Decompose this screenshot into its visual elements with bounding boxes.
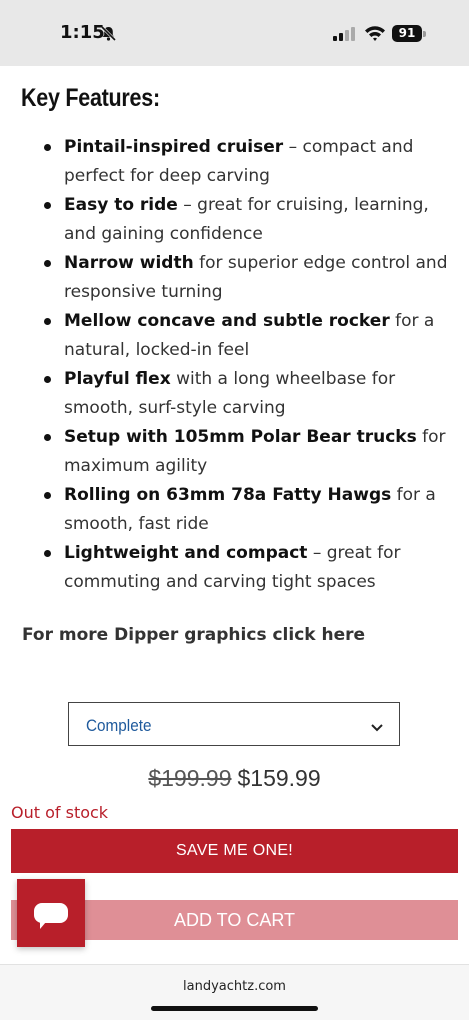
list-item: Narrow width for superior edge control a… xyxy=(40,249,450,307)
list-item: Easy to ride – great for cruising, learn… xyxy=(40,191,450,249)
feature-highlight: Lightweight and compact xyxy=(64,543,308,563)
list-item: Setup with 105mm Polar Bear trucks for m… xyxy=(40,423,450,481)
feature-highlight: Pintail-inspired cruiser xyxy=(64,137,284,157)
status-bar: 1:15 91 xyxy=(0,0,469,66)
feature-highlight: Narrow width xyxy=(64,253,194,273)
chat-button[interactable] xyxy=(17,879,85,947)
bell-slash-icon xyxy=(100,25,117,47)
list-item: Mellow concave and subtle rocker for a n… xyxy=(40,307,450,365)
feature-highlight: Easy to ride xyxy=(64,195,178,215)
feature-highlight: Mellow concave and subtle rocker xyxy=(64,311,390,331)
feature-highlight: Rolling on 63mm 78a Fatty Hawgs xyxy=(64,485,392,505)
save-me-one-button[interactable]: SAVE ME ONE! xyxy=(11,829,458,873)
key-features-heading: Key Features: xyxy=(21,84,160,112)
status-time: 1:15 xyxy=(60,22,105,43)
stock-status: Out of stock xyxy=(11,803,109,822)
list-item: Playful flex with a long wheelbase for s… xyxy=(40,365,450,423)
feature-list: Pintail-inspired cruiser – compact and p… xyxy=(40,133,450,597)
sale-price: $159.99 xyxy=(237,765,321,791)
home-indicator[interactable] xyxy=(151,1006,318,1011)
list-item: Pintail-inspired cruiser – compact and p… xyxy=(40,133,450,191)
price-row: $199.99 $159.99 xyxy=(0,765,469,792)
signal-icon xyxy=(333,27,357,46)
original-price: $199.99 xyxy=(148,765,232,791)
chat-icon xyxy=(34,903,68,929)
feature-highlight: Setup with 105mm Polar Bear trucks xyxy=(64,427,417,447)
battery-indicator: 91 xyxy=(392,25,426,42)
battery-tip xyxy=(423,31,426,37)
url-text: landyachtz.com xyxy=(183,979,286,994)
wifi-icon xyxy=(364,25,386,46)
more-graphics-link[interactable]: For more Dipper graphics click here xyxy=(22,625,365,645)
variant-selected-value: Complete xyxy=(86,716,152,735)
list-item: Rolling on 63mm 78a Fatty Hawgs for a sm… xyxy=(40,481,450,539)
browser-url-bar[interactable]: landyachtz.com xyxy=(0,964,469,1020)
feature-highlight: Playful flex xyxy=(64,369,171,389)
chevron-down-icon xyxy=(371,719,383,737)
battery-level: 91 xyxy=(392,25,422,42)
variant-select[interactable]: Complete xyxy=(68,702,400,746)
list-item: Lightweight and compact – great for comm… xyxy=(40,539,450,597)
